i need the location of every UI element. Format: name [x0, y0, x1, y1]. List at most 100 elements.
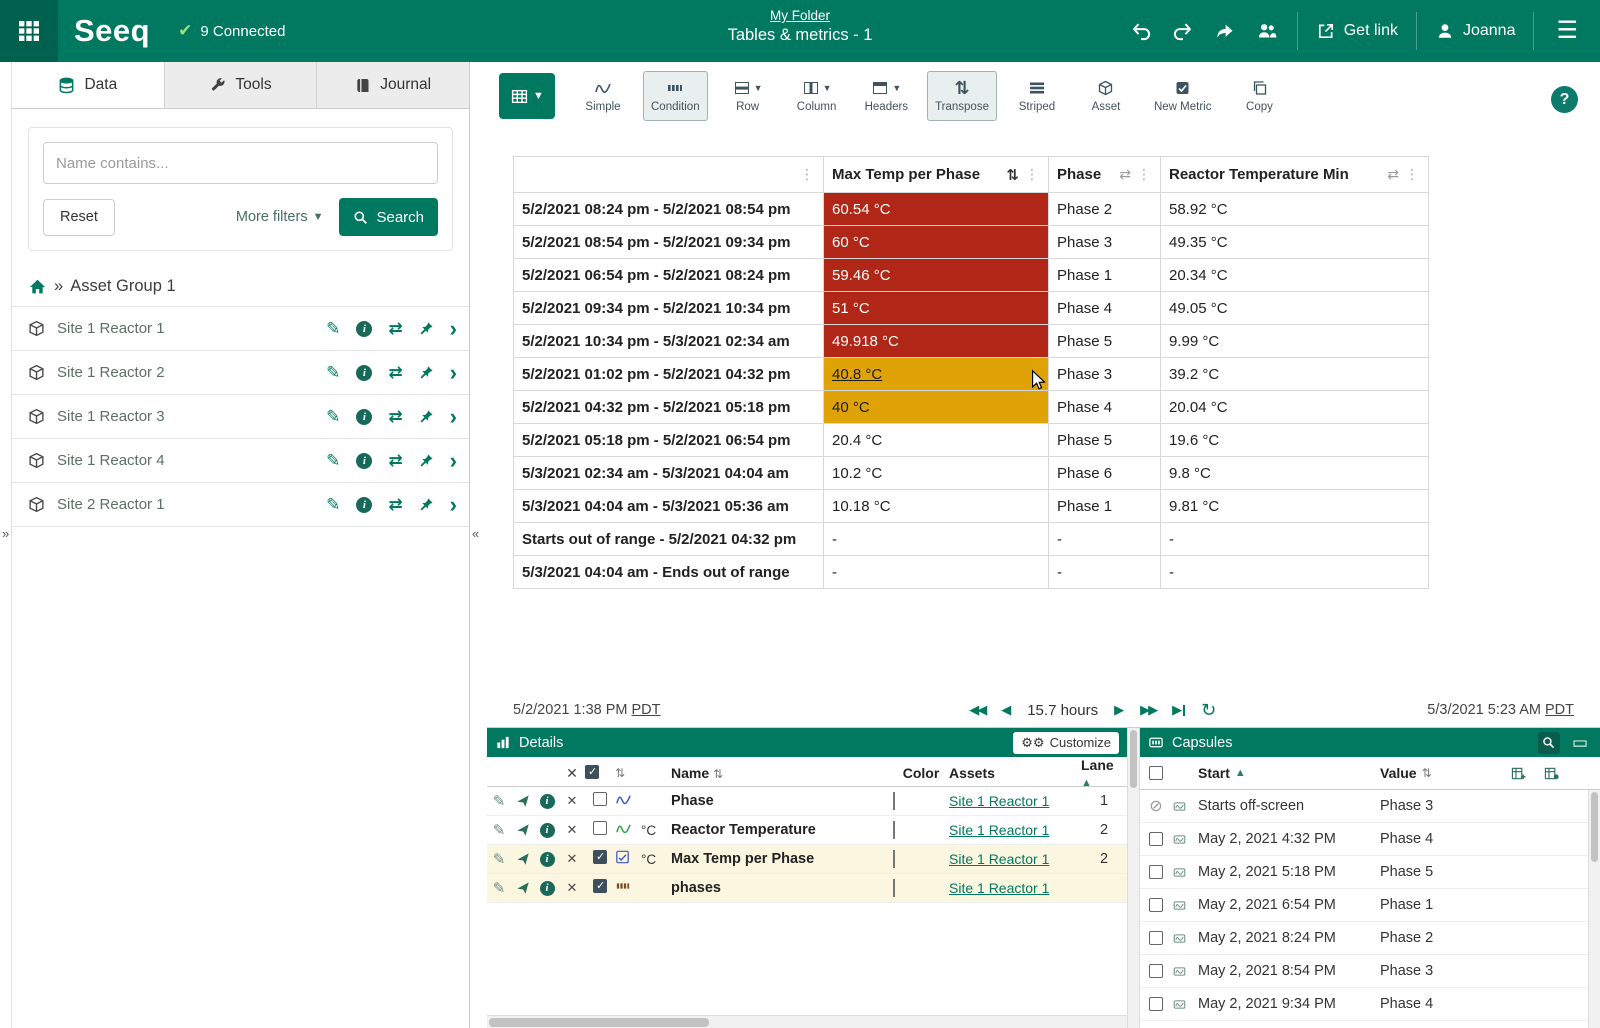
phase-cell[interactable]: Phase 1 — [1049, 259, 1161, 292]
info-icon[interactable]: i — [535, 823, 559, 838]
chevron-right-icon[interactable]: › — [450, 406, 457, 428]
asset-row[interactable]: Site 1 Reactor 3 ✎ i ⇄ › — [12, 395, 469, 439]
color-swatch[interactable] — [893, 879, 895, 897]
table-row[interactable]: Starts out of range - 5/2/2021 04:32 pm … — [514, 523, 1429, 556]
capsules-vertical-scrollbar[interactable] — [1588, 790, 1600, 1028]
asset-link[interactable]: Site 1 Reactor 1 — [949, 851, 1049, 867]
zoom-to-capsule-button[interactable] — [1538, 732, 1560, 754]
lane-column-header[interactable]: Lane ▲ — [1081, 757, 1127, 789]
swap-asset-icon[interactable]: ⇄ — [388, 363, 402, 383]
max-temp-cell[interactable]: 49.918 °C — [824, 325, 1049, 358]
capsule-range-cell[interactable]: 5/2/2021 06:54 pm - 5/2/2021 08:24 pm — [514, 259, 824, 292]
search-button[interactable]: Search — [339, 198, 438, 236]
capsule-checkbox[interactable] — [1149, 832, 1163, 846]
column-menu-icon[interactable]: ⋮ — [1025, 166, 1040, 183]
column-menu-icon[interactable]: ⋮ — [800, 166, 815, 183]
step-back-fast-icon[interactable]: ◀◀ — [969, 702, 985, 718]
item-checkbox[interactable] — [593, 850, 607, 864]
capsule-checkbox[interactable] — [1149, 865, 1163, 879]
pin-icon[interactable] — [419, 453, 434, 468]
toolbar-asset-button[interactable]: Asset — [1077, 71, 1135, 121]
duration-label[interactable]: 15.7 hours — [1027, 702, 1098, 719]
capsule-range-cell[interactable]: 5/2/2021 01:02 pm - 5/2/2021 04:32 pm — [514, 358, 824, 391]
collapse-handle[interactable]: « — [472, 526, 479, 541]
reactor-min-cell[interactable]: 9.99 °C — [1161, 325, 1429, 358]
expand-handle[interactable]: » — [2, 526, 9, 541]
table-row[interactable]: 5/3/2021 02:34 am - 5/3/2021 04:04 am 10… — [514, 457, 1429, 490]
remove-item-icon[interactable]: ✕ — [559, 880, 585, 896]
details-vertical-scrollbar[interactable] — [1127, 728, 1140, 1028]
app-launcher-button[interactable] — [0, 0, 58, 62]
capsule-range-cell[interactable]: 5/3/2021 04:04 am - Ends out of range — [514, 556, 824, 589]
step-forward-fast-icon[interactable]: ▶▶ — [1140, 702, 1156, 718]
asset-group-breadcrumb[interactable]: »Asset Group 1 — [12, 265, 469, 306]
swap-asset-icon[interactable]: ⇄ — [388, 451, 402, 471]
capsule-row[interactable]: ⊘ May 2, 2021 8:54 PM Phase 3 — [1140, 955, 1600, 988]
phase-cell[interactable]: Phase 6 — [1049, 457, 1161, 490]
info-icon[interactable]: i — [356, 453, 372, 469]
table-row[interactable]: 5/3/2021 04:04 am - 5/3/2021 05:36 am 10… — [514, 490, 1429, 523]
edit-icon[interactable]: ✎ — [326, 319, 340, 339]
table-row[interactable]: 5/2/2021 04:32 pm - 5/2/2021 05:18 pm 40… — [514, 391, 1429, 424]
table-row[interactable]: 5/2/2021 08:24 pm - 5/2/2021 08:54 pm 60… — [514, 193, 1429, 226]
tab-tools[interactable]: Tools — [165, 62, 318, 108]
asset-row[interactable]: Site 1 Reactor 4 ✎ i ⇄ › — [12, 439, 469, 483]
max-temp-cell[interactable]: 60 °C — [824, 226, 1049, 259]
swap-asset-icon[interactable]: ⇄ — [388, 319, 402, 339]
item-checkbox[interactable] — [593, 792, 607, 806]
share-button[interactable] — [1207, 12, 1243, 50]
table-row[interactable]: 5/2/2021 10:34 pm - 5/3/2021 02:34 am 49… — [514, 325, 1429, 358]
remove-item-icon[interactable]: ✕ — [559, 793, 585, 809]
reactor-min-cell[interactable]: 58.92 °C — [1161, 193, 1429, 226]
move-column-icon[interactable]: ⇄ — [1119, 166, 1131, 183]
info-icon[interactable]: i — [535, 794, 559, 809]
navigate-icon[interactable] — [511, 794, 535, 808]
capsule-range-cell[interactable]: 5/3/2021 02:34 am - 5/3/2021 04:04 am — [514, 457, 824, 490]
table-row[interactable]: 5/2/2021 09:34 pm - 5/2/2021 10:34 pm 51… — [514, 292, 1429, 325]
capsule-checkbox[interactable] — [1149, 964, 1163, 978]
undo-button[interactable] — [1123, 12, 1159, 50]
remove-item-icon[interactable]: ✕ — [559, 851, 585, 867]
user-menu[interactable]: Joanna — [1429, 22, 1522, 40]
navigate-icon[interactable] — [511, 823, 535, 837]
step-to-end-icon[interactable]: ▶ — [1172, 702, 1185, 718]
chevron-right-icon[interactable]: › — [450, 318, 457, 340]
info-icon[interactable]: i — [535, 852, 559, 867]
tab-journal[interactable]: Journal — [317, 62, 469, 108]
asset-link[interactable]: Site 1 Reactor 1 — [949, 880, 1049, 896]
navigate-icon[interactable] — [511, 852, 535, 866]
column-menu-icon[interactable]: ⋮ — [1137, 166, 1152, 183]
more-filters-link[interactable]: More filters ▼ — [236, 209, 324, 225]
capsule-range-cell[interactable]: Starts out of range - 5/2/2021 04:32 pm — [514, 523, 824, 556]
chevron-right-icon[interactable]: › — [450, 494, 457, 516]
phase-column-header[interactable]: Phase⇄⋮ — [1049, 157, 1161, 193]
phase-cell[interactable]: Phase 2 — [1049, 193, 1161, 226]
tab-data[interactable]: Data — [12, 62, 165, 108]
table-row[interactable]: 5/2/2021 05:18 pm - 5/2/2021 06:54 pm 20… — [514, 424, 1429, 457]
max-temp-cell[interactable]: 59.46 °C — [824, 259, 1049, 292]
phase-cell[interactable]: Phase 3 — [1049, 226, 1161, 259]
edit-icon[interactable]: ✎ — [326, 495, 340, 515]
capsule-range-cell[interactable]: 5/2/2021 09:34 pm - 5/2/2021 10:34 pm — [514, 292, 824, 325]
max-temp-cell[interactable]: 10.2 °C — [824, 457, 1049, 490]
move-column-icon[interactable]: ⇄ — [1387, 166, 1399, 183]
max-temp-cell[interactable]: - — [824, 523, 1049, 556]
max-temp-cell[interactable]: - — [824, 556, 1049, 589]
asset-row[interactable]: Site 2 Reactor 1 ✎ i ⇄ › — [12, 483, 469, 527]
capsule-range-cell[interactable]: 5/3/2021 04:04 am - 5/3/2021 05:36 am — [514, 490, 824, 523]
connection-status[interactable]: ✔ 9 Connected — [178, 21, 285, 41]
search-input[interactable] — [43, 142, 438, 184]
reactor-min-column-header[interactable]: Reactor Temperature Min⇄⋮ — [1161, 157, 1429, 193]
max-temp-cell[interactable]: 10.18 °C — [824, 490, 1049, 523]
edit-item-icon[interactable]: ✎ — [487, 792, 511, 810]
hamburger-menu-icon[interactable]: ☰ — [1546, 19, 1588, 43]
max-temp-cell[interactable]: 20.4 °C — [824, 424, 1049, 457]
capsule-row[interactable]: ⊘ May 2, 2021 9:34 PM Phase 4 — [1140, 988, 1600, 1021]
phase-cell[interactable]: Phase 3 — [1049, 358, 1161, 391]
value-column-header[interactable]: Value⇅ — [1380, 765, 1586, 781]
reactor-min-cell[interactable]: 20.04 °C — [1161, 391, 1429, 424]
redo-button[interactable] — [1165, 12, 1201, 50]
column-settings-icon[interactable] — [1543, 766, 1560, 781]
toolbar-column-button[interactable]: ▼ Column — [788, 71, 846, 121]
select-all-capsules-checkbox[interactable] — [1149, 766, 1163, 780]
